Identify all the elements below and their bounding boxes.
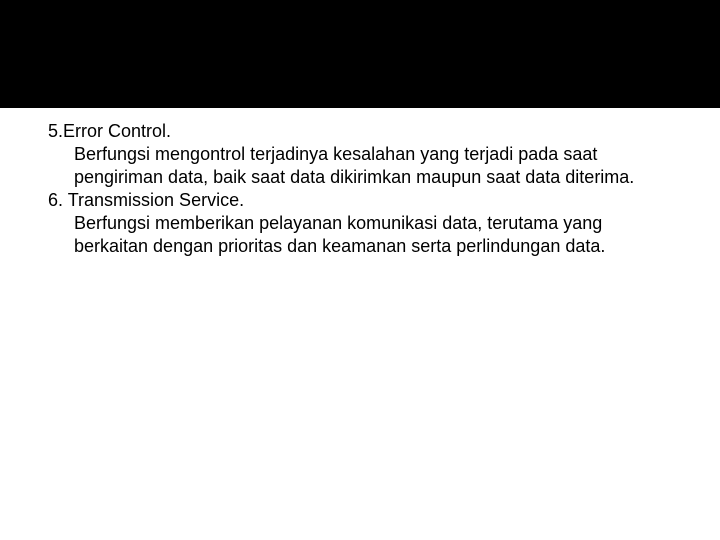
list-item-6-body: Berfungsi memberikan pelayanan komunikas… [74,212,668,258]
list-item-5-body: Berfungsi mengontrol terjadinya kesalaha… [74,143,668,189]
item-title: Error Control. [63,121,171,141]
slide: 5.Error Control. Berfungsi mengontrol te… [0,0,720,540]
list-item-6-header: 6. Transmission Service. [48,189,668,212]
item-number: 5. [48,121,63,141]
list-item-5-header: 5.Error Control. [48,120,668,143]
top-black-bar [0,0,720,108]
item-number: 6. [48,190,63,210]
item-title: Transmission Service. [68,190,244,210]
content-block: 5.Error Control. Berfungsi mengontrol te… [48,120,668,258]
